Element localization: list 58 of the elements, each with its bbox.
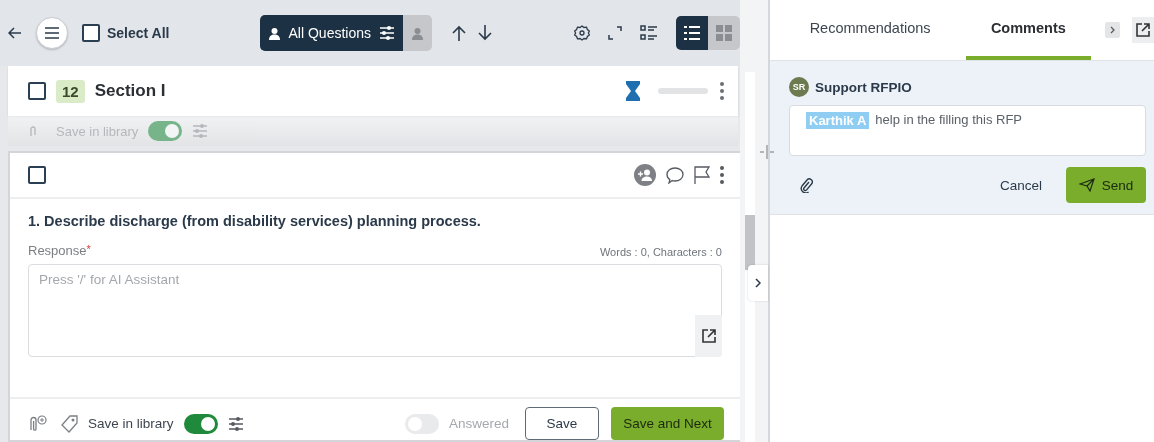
response-label: Response* (28, 243, 91, 258)
tag-icon[interactable] (60, 414, 78, 433)
assign-user-icon[interactable] (634, 164, 656, 186)
comment-icon[interactable] (666, 166, 684, 184)
response-field[interactable]: Press '/' for AI Assistant (28, 264, 722, 357)
list-icon (684, 26, 700, 40)
down-arrow-icon[interactable] (478, 25, 492, 41)
attachment-add-icon[interactable] (28, 414, 50, 433)
pop-out-button[interactable] (1132, 17, 1154, 43)
more-icon[interactable] (720, 166, 724, 184)
save-in-library-label: Save in library (88, 416, 174, 431)
scrollbar[interactable] (745, 72, 755, 442)
back-arrow-icon[interactable] (8, 27, 22, 39)
word-counter: Words : 0, Characters : 0 (599, 246, 722, 258)
attachment-icon[interactable] (799, 177, 813, 193)
question-text: 1. Describe discharge (from disability services) planning process. (28, 213, 482, 229)
expand-panel-button[interactable] (748, 265, 768, 301)
author-name: Support RFPIO (815, 79, 912, 95)
expand-icon[interactable] (608, 26, 622, 40)
flag-icon[interactable] (694, 166, 710, 184)
checkbox[interactable] (28, 82, 46, 100)
menu-icon (45, 27, 59, 39)
section-title: Section I (94, 81, 166, 101)
next-tab-button[interactable] (1104, 22, 1121, 38)
paper-plane-icon (1078, 178, 1095, 192)
avatar: SR (789, 77, 809, 97)
pop-out-icon (1136, 23, 1151, 37)
expand-editor-button[interactable] (695, 315, 722, 357)
filter-tab[interactable]: All Questions (259, 15, 403, 51)
resize-handle-icon[interactable] (760, 145, 774, 159)
chevron-right-icon (755, 278, 761, 288)
checkbox[interactable] (82, 24, 100, 42)
pop-out-icon (701, 329, 716, 343)
question-count-badge: 12 (56, 79, 85, 103)
select-all-label[interactable]: Select All (107, 25, 170, 41)
sliders-icon[interactable] (227, 416, 244, 431)
more-icon[interactable] (720, 82, 724, 100)
people-icon (267, 26, 281, 40)
settings-icon[interactable] (574, 25, 590, 41)
cancel-button[interactable]: Cancel (993, 176, 1048, 194)
answered-label: Answered (448, 416, 509, 431)
list-view-button[interactable] (676, 16, 708, 50)
panel-tab[interactable]: Recommendations (800, 0, 941, 60)
person-icon (411, 26, 424, 40)
chevron-right-icon (1109, 26, 1115, 34)
toggle-switch[interactable] (148, 121, 183, 141)
save-and-next-button[interactable]: Save and Next (611, 407, 724, 440)
comment-field[interactable]: Karthik A help in the filling this RFP (789, 105, 1146, 156)
save-button[interactable]: Save (525, 407, 599, 440)
send-button[interactable]: Send (1066, 167, 1146, 203)
menu-button[interactable] (36, 17, 68, 49)
up-arrow-icon[interactable] (452, 25, 466, 41)
comment-text: help in the filling this RFP (875, 112, 1022, 127)
toggle-switch[interactable] (183, 413, 218, 434)
grid-icon (716, 25, 732, 41)
checklist-icon[interactable] (640, 25, 658, 41)
checkbox[interactable] (28, 166, 46, 184)
hourglass-icon (626, 81, 640, 101)
